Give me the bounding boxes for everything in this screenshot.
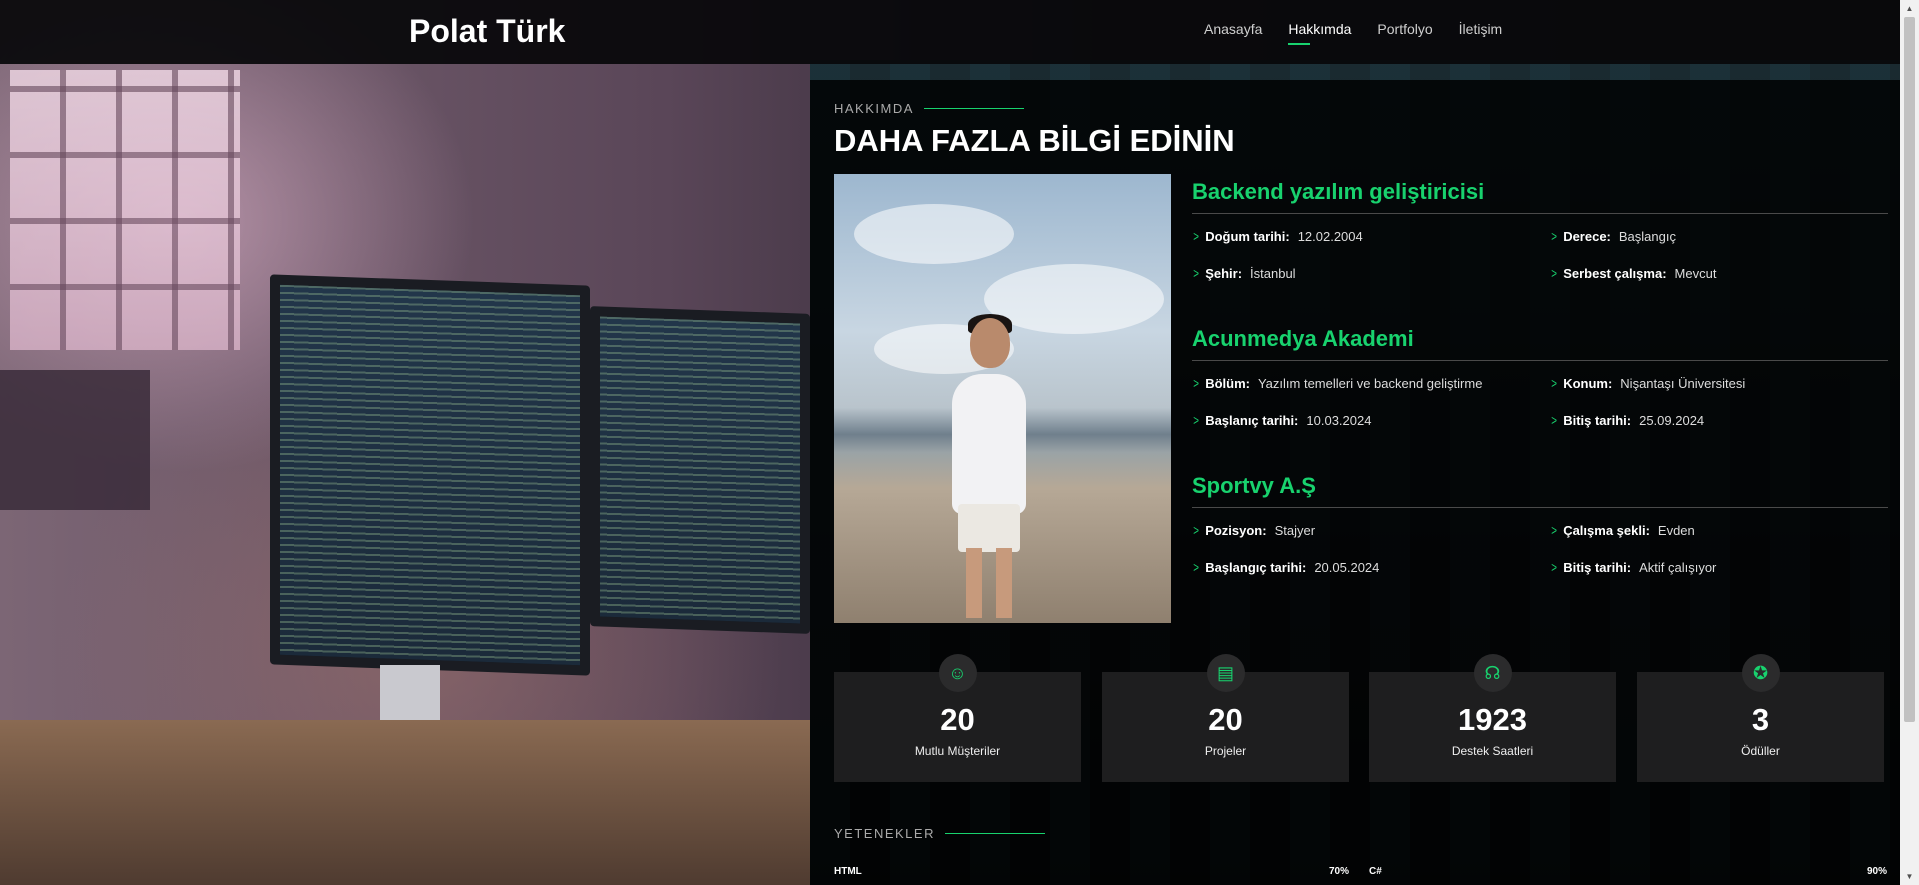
info-item: > Serbest çalışma: Mevcut (1551, 265, 1717, 281)
journal-icon: ▤ (1206, 654, 1245, 692)
about-section-label: HAKKIMDA (834, 101, 1024, 116)
about-section: HAKKIMDA DAHA FAZLA BİLGİ EDİNİN Backend… (810, 80, 1900, 885)
profile-photo (834, 174, 1171, 623)
group-heading: Backend yazılım geliştiricisi (1192, 174, 1888, 214)
headset-icon: ☊ (1473, 654, 1512, 692)
background-monitor-left (270, 274, 590, 676)
chevron-right-icon: > (1551, 228, 1557, 244)
info-item: > Konum: Nişantaşı Üniversitesi (1551, 375, 1746, 391)
info-item: > Derece: Başlangıç (1551, 228, 1676, 244)
chevron-right-icon: > (1551, 412, 1557, 428)
info-group-work: Sportvy A.Ş > Pozisyon: Stajyer > Çalışma ş… (1192, 468, 1888, 615)
stat-label: Destek Saatleri (1451, 744, 1534, 758)
chevron-right-icon: > (1193, 265, 1199, 281)
nav-link-portfolio[interactable]: Portfolyo (1377, 21, 1432, 45)
chevron-right-icon: > (1551, 375, 1557, 391)
chevron-right-icon: > (1193, 228, 1199, 244)
label-underline (923, 108, 1024, 109)
skill-name: HTML (834, 866, 862, 877)
stat-label: Projeler (1204, 744, 1247, 758)
label-underline (944, 833, 1045, 834)
smiley-icon: ☺ (938, 654, 977, 692)
group-heading: Acunmedya Akademi (1192, 321, 1888, 361)
info-item: > Başlangıç tarihi: 20.05.2024 (1193, 559, 1380, 575)
info-item: > Şehir: İstanbul (1193, 265, 1296, 281)
top-navbar: Polat Türk Anasayfa Hakkımda Portfolyo İ… (0, 0, 1900, 64)
info-item: > Pozisyon: Stajyer (1193, 522, 1316, 538)
about-info: Backend yazılım geliştiricisi > Doğum tar… (1192, 174, 1888, 615)
stat-card-projects: ▤ 20 Projeler (1102, 654, 1349, 782)
stat-card-support: ☊ 1923 Destek Saatleri (1369, 654, 1616, 782)
page-scrollbar[interactable]: ▲ ▼ (1900, 0, 1919, 885)
nav-link-home[interactable]: Anasayfa (1204, 21, 1262, 45)
nav-link-about[interactable]: Hakkımda (1288, 21, 1351, 45)
main-menu: Anasayfa Hakkımda Portfolyo İletişim (1204, 21, 1528, 45)
award-icon: ✪ (1741, 654, 1780, 692)
info-group-job: Backend yazılım geliştiricisi > Doğum tar… (1192, 174, 1888, 321)
stat-number: 1923 (1458, 702, 1527, 737)
background-desk (0, 720, 820, 885)
about-title: DAHA FAZLA BİLGİ EDİNİN (834, 123, 1235, 158)
stat-card-clients: ☺ 20 Mutlu Müşteriler (834, 654, 1081, 782)
group-heading: Sportvy A.Ş (1192, 468, 1888, 508)
stat-number: 20 (940, 702, 975, 737)
info-item: > Başlanıç tarihi: 10.03.2024 (1193, 412, 1372, 428)
stat-number: 20 (1208, 702, 1243, 737)
chevron-right-icon: > (1193, 375, 1199, 391)
skills-section-label: YETENEKLER (834, 826, 1045, 841)
stat-card-awards: ✪ 3 Ödüller (1637, 654, 1884, 782)
background-window (10, 70, 240, 350)
stat-label: Ödüller (1741, 744, 1780, 758)
info-item: > Bitiş tarihi: 25.09.2024 (1551, 412, 1705, 428)
background-monitor-right (590, 306, 810, 634)
scroll-down-icon[interactable]: ▼ (1900, 868, 1919, 885)
brand-logo[interactable]: Polat Türk (409, 13, 565, 50)
info-item: > Bitiş tarihi: Aktif çalışıyor (1551, 559, 1717, 575)
scrollbar-thumb[interactable] (1904, 17, 1915, 722)
skill-name: C# (1369, 866, 1382, 877)
chevron-right-icon: > (1551, 559, 1557, 575)
stat-label: Mutlu Müşteriler (914, 744, 1001, 758)
background-wall (0, 370, 150, 510)
chevron-right-icon: > (1551, 522, 1557, 538)
chevron-right-icon: > (1193, 412, 1199, 428)
chevron-right-icon: > (1193, 559, 1199, 575)
skill-percent: 90% (1867, 866, 1888, 877)
scroll-up-icon[interactable]: ▲ (1900, 0, 1919, 17)
info-group-education: Acunmedya Akademi > Bölüm: Yazılım temelle… (1192, 321, 1888, 468)
nav-link-contact[interactable]: İletişim (1459, 21, 1503, 45)
info-item: > Çalışma şekli: Evden (1551, 522, 1695, 538)
info-item: > Doğum tarihi: 12.02.2004 (1193, 228, 1363, 244)
stat-number: 3 (1751, 702, 1770, 737)
info-item: > Bölüm: Yazılım temelleri ve backend geli… (1193, 375, 1483, 391)
chevron-right-icon: > (1193, 522, 1199, 538)
chevron-right-icon: > (1551, 265, 1557, 281)
skill-percent: 70% (1329, 866, 1350, 877)
